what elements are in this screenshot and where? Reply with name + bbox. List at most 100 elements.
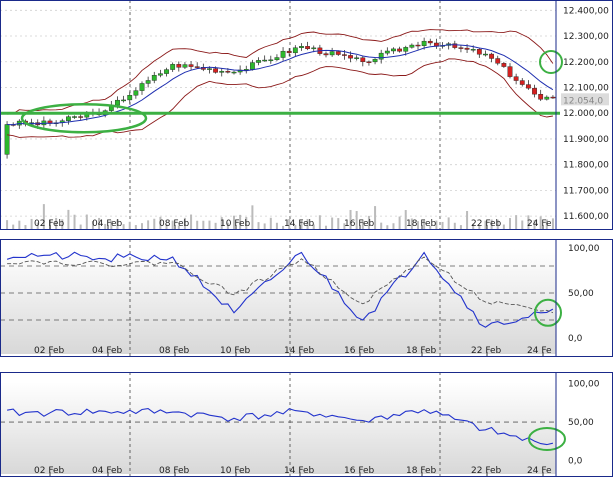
candle-down (305, 46, 310, 50)
volume-bar (331, 217, 334, 229)
volume-bar (153, 218, 156, 229)
volume-bar (380, 222, 383, 229)
volume-bar (202, 220, 205, 229)
volume-bar (502, 224, 505, 229)
candle-down (427, 40, 433, 44)
price-tick-label: 12.200,00 (563, 58, 609, 68)
volume-bar (325, 225, 327, 229)
candle-up (391, 48, 396, 52)
volume-bar (214, 222, 217, 229)
osc2-tick-label: 0,0 (568, 457, 583, 467)
last-price-label: 12.054,0 (563, 96, 603, 106)
volume-bar (30, 218, 33, 229)
x-tick-label: 10 Feb (220, 219, 251, 229)
osc2-tick-label: 100,00 (568, 380, 600, 390)
x-tick-label: 18 Feb (406, 466, 437, 476)
volume-bar (318, 215, 321, 229)
candle-down (526, 84, 531, 89)
volume-bar (275, 222, 278, 229)
volume-bar (447, 217, 450, 229)
volume-bar (6, 220, 9, 229)
candle-up (4, 124, 10, 155)
candle-up (157, 73, 163, 76)
volume-bar (251, 205, 254, 229)
candle-up (483, 53, 488, 56)
candle-down (335, 51, 341, 55)
volume-bar (128, 221, 131, 229)
price-tick-label: 11.700,00 (563, 186, 609, 196)
candle-up (127, 95, 133, 101)
candle-down (501, 63, 507, 67)
x-tick-label: 16 Feb (344, 466, 375, 476)
candle-up (409, 44, 415, 48)
volume-bar (122, 224, 125, 229)
candle-up (219, 70, 225, 73)
candle-down (495, 58, 501, 64)
candle-up (207, 68, 212, 70)
x-tick-label: 02 Feb (34, 346, 65, 356)
candle-up (249, 62, 255, 70)
price-tick-label: 12.400,00 (563, 6, 609, 16)
x-tick-label: 22 Feb (471, 466, 502, 476)
candle-up (139, 83, 145, 91)
volume-bar (263, 223, 266, 229)
candle-down (397, 48, 402, 52)
volume-bar (459, 225, 462, 229)
volume-bar (196, 220, 199, 229)
x-tick-label: 04 Feb (92, 466, 123, 476)
candle-down (323, 53, 329, 56)
candle-up (470, 49, 476, 51)
candle-down (360, 57, 366, 62)
price-tick-label: 12.100,00 (563, 83, 609, 93)
volume-bar (73, 214, 76, 229)
candle-up (115, 99, 120, 106)
candle-down (78, 116, 84, 118)
x-tick-label: 18 Feb (406, 346, 437, 356)
volume-bar (134, 225, 137, 229)
volume-bar (79, 224, 82, 229)
osc2-tick-label: 50,00 (568, 418, 594, 428)
volume-bar (509, 218, 511, 229)
candle-up (145, 80, 151, 84)
candle-down (458, 47, 464, 49)
volume-bar (257, 222, 260, 229)
x-tick-label: 24 Fe (527, 346, 552, 356)
candle-up (299, 46, 304, 48)
volume-bar (24, 225, 27, 229)
chart-window: 12.400,00 12.300,00 12.200,00 12.100,00 12.0… (0, 0, 614, 478)
x-tick-label: 04 Feb (92, 346, 123, 356)
candle-down (213, 68, 218, 73)
candle-up (354, 57, 360, 59)
candle-down (464, 47, 470, 50)
x-tick-label: 16 Feb (344, 346, 375, 356)
candle-down (188, 64, 194, 67)
x-tick-label: 16 Feb (344, 219, 375, 229)
candle-up (329, 51, 335, 56)
price-tick-label: 11.800,00 (563, 161, 609, 171)
x-tick-label: 08 Feb (159, 466, 190, 476)
volume-bar (453, 222, 456, 229)
volume-bar (386, 225, 389, 229)
x-tick-label: 02 Feb (34, 466, 65, 476)
candle-up (164, 69, 169, 74)
candle-up (182, 64, 188, 68)
price-tick-label: 12.300,00 (563, 32, 609, 42)
x-tick-label: 08 Feb (159, 219, 190, 229)
volume-bar (521, 220, 524, 229)
candle-down (194, 66, 200, 68)
x-tick-label: 22 Feb (471, 219, 502, 229)
volume-bar (67, 209, 70, 229)
candle-up (544, 96, 550, 100)
candle-up (421, 40, 427, 46)
volume-bar (441, 221, 444, 229)
candle-down (532, 87, 537, 95)
volume-bar (12, 224, 15, 229)
candle-down (538, 93, 544, 100)
candle-up (262, 59, 268, 62)
candle-down (415, 44, 421, 47)
candle-up (133, 90, 139, 96)
price-tick-label: 11.900,00 (563, 135, 609, 145)
candle-up (170, 64, 176, 70)
candle-up (292, 47, 298, 54)
candle-up (280, 50, 286, 58)
